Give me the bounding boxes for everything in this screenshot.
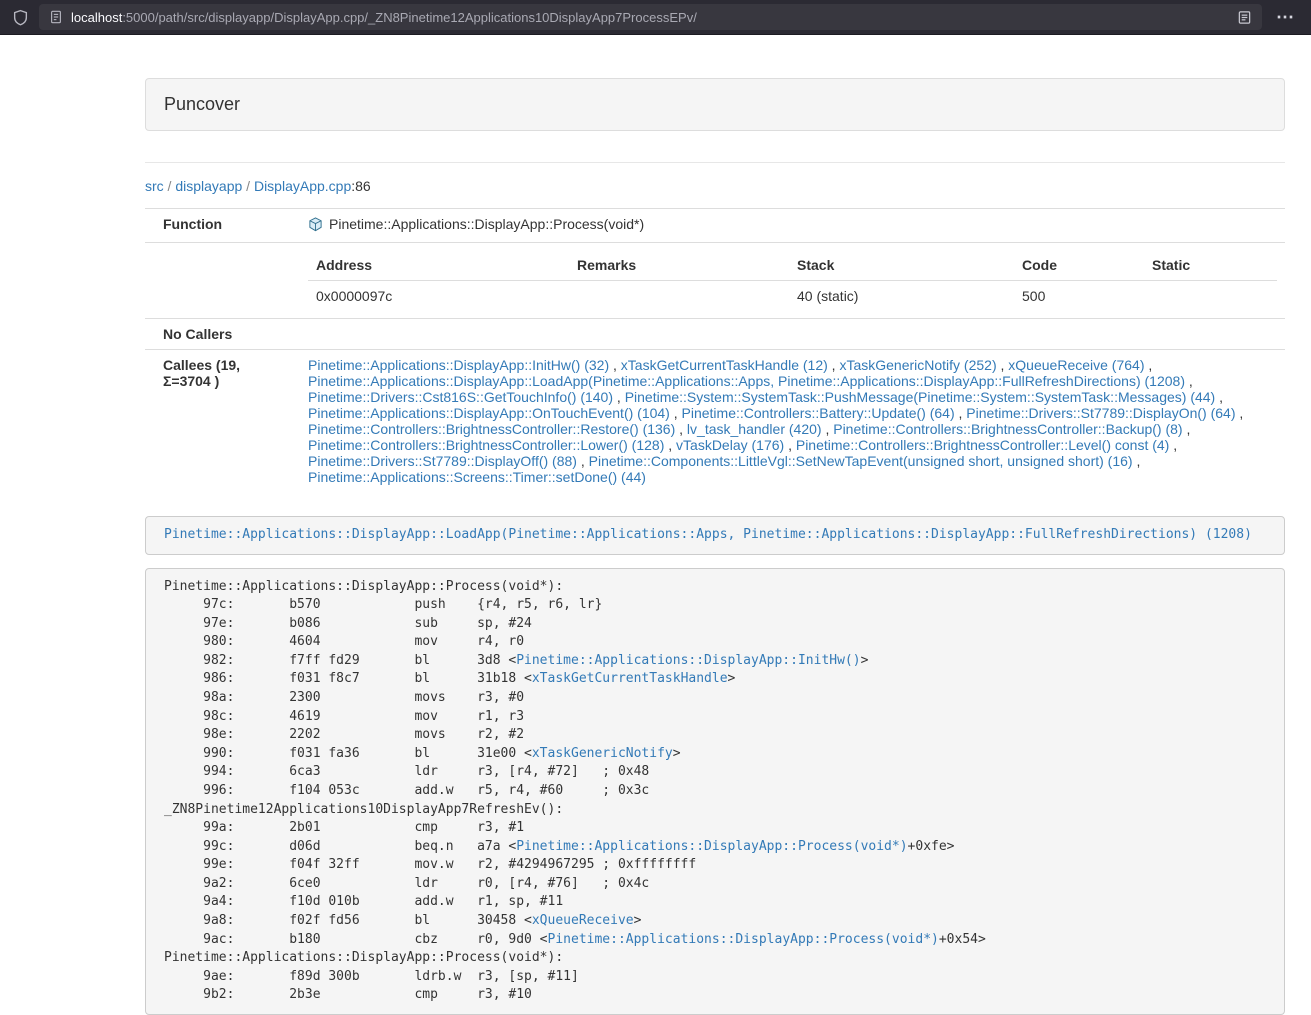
shield-icon[interactable]	[12, 9, 29, 26]
stats-body: 0x0000097c 40 (static)500	[308, 281, 1277, 312]
divider	[145, 162, 1285, 163]
stats-row-spacer	[145, 243, 290, 319]
code-symbol-link[interactable]: xTaskGetCurrentTaskHandle	[532, 671, 728, 686]
url-path: :5000/path/src/displayapp/DisplayApp.cpp…	[122, 10, 697, 25]
callee-link[interactable]: Pinetime::Controllers::BrightnessControl…	[308, 437, 664, 453]
stats-header: Code	[1014, 250, 1144, 281]
symbol-table: Function Pinetime::Applications::Display…	[145, 208, 1285, 492]
stats-value	[1144, 281, 1277, 312]
callee-link[interactable]: xTaskGetCurrentTaskHandle (12)	[621, 357, 828, 373]
stats-value-row: 0x0000097c 40 (static)500	[308, 281, 1277, 312]
callee-link[interactable]: Pinetime::Drivers::St7789::DisplayOff() …	[308, 453, 577, 469]
stats-row: AddressRemarksStackCodeStatic 0x0000097c…	[145, 243, 1285, 319]
breadcrumb: src / displayapp / DisplayApp.cpp:86	[145, 178, 1285, 195]
function-cell: Pinetime::Applications::DisplayApp::Proc…	[290, 209, 1285, 243]
callee-link[interactable]: Pinetime::Controllers::BrightnessControl…	[308, 421, 675, 437]
breadcrumb-text: :86	[351, 178, 370, 194]
code-symbol-link[interactable]: Pinetime::Applications::DisplayApp::Init…	[516, 653, 860, 668]
breadcrumb-link[interactable]: src	[145, 178, 164, 194]
breadcrumb-link[interactable]: displayapp	[175, 178, 242, 194]
highlighted-symbol-link[interactable]: Pinetime::Applications::DisplayApp::Load…	[164, 527, 1252, 542]
callees-label: Callees (19, Σ=3704 )	[145, 350, 290, 493]
callee-link[interactable]: Pinetime::Applications::DisplayApp::OnTo…	[308, 405, 670, 421]
no-callers-label: No Callers	[145, 319, 290, 350]
stats-header-row: AddressRemarksStackCodeStatic	[308, 250, 1277, 281]
stats-header: Static	[1144, 250, 1277, 281]
page-icon	[49, 10, 63, 24]
callee-link[interactable]: Pinetime::System::SystemTask::PushMessag…	[625, 389, 1216, 405]
callee-link[interactable]: lv_task_handler (420)	[687, 421, 822, 437]
url-text: localhost:5000/path/src/displayapp/Displ…	[71, 10, 1229, 25]
callee-link[interactable]: Pinetime::Controllers::Battery::Update()…	[682, 405, 955, 421]
stats-value	[569, 281, 789, 312]
breadcrumb-separator: /	[164, 178, 176, 194]
page-header-panel: Puncover	[145, 78, 1285, 131]
url-host: localhost	[71, 10, 122, 25]
callee-link[interactable]: Pinetime::Controllers::BrightnessControl…	[833, 421, 1182, 437]
no-callers-cell	[290, 319, 1285, 350]
menu-icon[interactable]: ⋯	[1272, 8, 1299, 26]
page-title: Puncover	[146, 79, 1284, 130]
callee-link[interactable]: Pinetime::Applications::DisplayApp::Load…	[308, 373, 1185, 389]
callees-row: Callees (19, Σ=3704 ) Pinetime::Applicat…	[145, 350, 1285, 493]
page-content: Puncover src / displayapp / DisplayApp.c…	[145, 78, 1285, 1015]
callee-link[interactable]: vTaskDelay (176)	[676, 437, 784, 453]
code-symbol-link[interactable]: Pinetime::Applications::DisplayApp::Proc…	[548, 932, 939, 947]
stats-table: AddressRemarksStackCodeStatic 0x0000097c…	[308, 250, 1277, 311]
callee-link[interactable]: xQueueReceive (764)	[1008, 357, 1144, 373]
function-label: Function	[145, 209, 290, 243]
no-callers-row: No Callers	[145, 319, 1285, 350]
method-cube-icon	[308, 217, 323, 235]
function-row: Function Pinetime::Applications::Display…	[145, 209, 1285, 243]
breadcrumb-link[interactable]: DisplayApp.cpp	[254, 178, 351, 194]
stats-value: 500	[1014, 281, 1144, 312]
disassembly-block: Pinetime::Applications::DisplayApp::Proc…	[145, 568, 1285, 1015]
highlighted-symbol-block: Pinetime::Applications::DisplayApp::Load…	[145, 516, 1285, 555]
callee-link[interactable]: Pinetime::Drivers::Cst816S::GetTouchInfo…	[308, 389, 613, 405]
callee-link[interactable]: xTaskGenericNotify (252)	[839, 357, 996, 373]
callee-link[interactable]: Pinetime::Drivers::St7789::DisplayOn() (…	[966, 405, 1235, 421]
callee-link[interactable]: Pinetime::Applications::Screens::Timer::…	[308, 469, 646, 485]
url-bar[interactable]: localhost:5000/path/src/displayapp/Displ…	[39, 4, 1262, 30]
callees-list: Pinetime::Applications::DisplayApp::Init…	[290, 350, 1285, 493]
code-symbol-link[interactable]: xTaskGenericNotify	[532, 746, 673, 761]
stats-cell-wrap: AddressRemarksStackCodeStatic 0x0000097c…	[290, 243, 1285, 319]
stats-header: Stack	[789, 250, 1014, 281]
callee-link[interactable]: Pinetime::Controllers::BrightnessControl…	[796, 437, 1169, 453]
breadcrumb-separator: /	[242, 178, 254, 194]
code-symbol-link[interactable]: Pinetime::Applications::DisplayApp::Proc…	[516, 839, 907, 854]
stats-value: 40 (static)	[789, 281, 1014, 312]
callee-link[interactable]: Pinetime::Components::LittleVgl::SetNewT…	[589, 453, 1133, 469]
function-name: Pinetime::Applications::DisplayApp::Proc…	[329, 216, 644, 232]
stats-header: Address	[308, 250, 569, 281]
browser-toolbar: localhost:5000/path/src/displayapp/Displ…	[0, 0, 1311, 35]
stats-header: Remarks	[569, 250, 789, 281]
callee-link[interactable]: Pinetime::Applications::DisplayApp::Init…	[308, 357, 609, 373]
reader-mode-icon[interactable]	[1237, 10, 1252, 25]
code-symbol-link[interactable]: xQueueReceive	[532, 913, 634, 928]
stats-value: 0x0000097c	[308, 281, 569, 312]
